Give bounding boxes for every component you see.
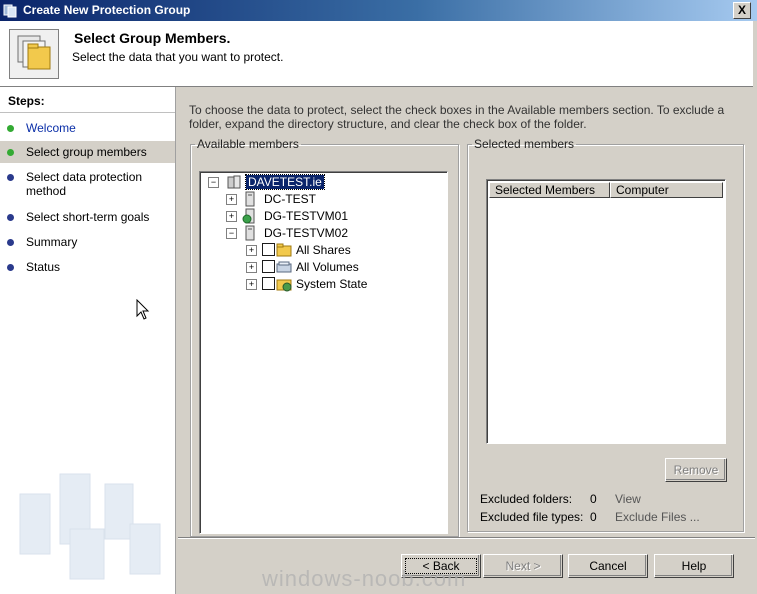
group-members-icon — [9, 29, 59, 79]
tree-node-all-shares[interactable]: + All Shares — [246, 242, 376, 258]
tree-node-label: DG-TESTVM01 — [264, 209, 349, 223]
column-header-selected-members[interactable]: Selected Members — [489, 182, 610, 198]
tree-node-label: All Shares — [296, 243, 351, 257]
step-label: Summary — [26, 235, 78, 249]
tree-node-dg-testvm01[interactable]: + DG-TESTVM01 — [226, 208, 356, 224]
step-status[interactable]: Status — [0, 260, 175, 278]
tree-node-label: All Volumes — [296, 260, 359, 274]
watermark-text: windows-noob.com — [262, 566, 467, 591]
excluded-folders-count: 0 — [590, 492, 597, 506]
tree-node-davetest[interactable]: − DAVETEST.ie — [206, 174, 336, 190]
domain-icon — [227, 175, 241, 189]
system-state-icon — [276, 279, 292, 292]
servers-background-icon — [19, 473, 161, 580]
shares-folder-icon — [276, 243, 292, 257]
page-title: Select Group Members. — [74, 30, 231, 46]
server-protected-icon — [242, 208, 255, 224]
all-shares-checkbox[interactable] — [262, 243, 275, 256]
step-label: Welcome — [26, 121, 76, 135]
step-summary[interactable]: Summary — [0, 235, 175, 253]
collapse-icon[interactable]: − — [226, 228, 237, 239]
step-label: Select group members — [26, 145, 147, 159]
volumes-icon — [276, 261, 292, 273]
selected-members-header: Selected Members Computer — [489, 182, 723, 198]
tree-node-label: DG-TESTVM02 — [264, 226, 349, 240]
mouse-cursor-icon — [136, 299, 150, 320]
remove-button[interactable]: Remove — [665, 458, 727, 482]
next-button[interactable]: Next > — [483, 554, 563, 578]
step-label: Select data protection method — [26, 170, 143, 198]
expand-icon[interactable]: + — [226, 211, 237, 222]
step-done-icon — [7, 125, 14, 132]
system-state-checkbox[interactable] — [262, 277, 275, 290]
column-header-computer[interactable]: Computer — [610, 182, 723, 198]
exclude-files-link[interactable]: Exclude Files ... — [615, 510, 700, 524]
step-label: Status — [26, 260, 61, 274]
selected-members-legend: Selected members — [474, 137, 575, 151]
tree-node-system-state[interactable]: + System State — [246, 276, 376, 292]
available-members-legend: Available members — [197, 137, 299, 151]
wizard-header: Select Group Members. Select the data th… — [0, 21, 753, 87]
expand-icon[interactable]: + — [246, 279, 257, 290]
view-link[interactable]: View — [615, 492, 641, 506]
tree-node-label: DAVETEST.ie — [245, 174, 325, 190]
step-label: Select short-term goals — [26, 210, 150, 224]
excluded-file-types-label: Excluded file types: — [480, 510, 584, 524]
available-members-group: Available members − DAVETEST.ie + DC-TES… — [190, 137, 459, 537]
expand-icon[interactable]: + — [246, 245, 257, 256]
step-current-icon — [7, 149, 14, 156]
step-pending-icon — [7, 264, 14, 271]
cancel-button[interactable]: Cancel — [568, 554, 648, 578]
step-welcome[interactable]: Welcome — [0, 121, 175, 139]
step-select-short-term-goals[interactable]: Select short-term goals — [0, 210, 175, 228]
tree-node-all-volumes[interactable]: + All Volumes — [246, 259, 376, 275]
excluded-folders-label: Excluded folders: — [480, 492, 573, 506]
title-bar: Create New Protection Group X — [0, 0, 757, 21]
tree-node-label: DC-TEST — [264, 192, 316, 206]
steps-divider — [0, 112, 175, 113]
selected-members-list[interactable]: Selected Members Computer — [486, 179, 726, 444]
selected-members-group: Selected members Selected Members Comput… — [467, 137, 744, 532]
close-button[interactable]: X — [733, 2, 751, 19]
instructions-text: To choose the data to protect, select th… — [189, 103, 725, 131]
step-pending-icon — [7, 174, 14, 181]
expand-icon[interactable]: + — [246, 262, 257, 273]
expand-icon[interactable]: + — [226, 194, 237, 205]
all-volumes-checkbox[interactable] — [262, 260, 275, 273]
server-icon — [245, 191, 255, 207]
step-pending-icon — [7, 239, 14, 246]
tree-node-label: System State — [296, 277, 368, 291]
main-panel: To choose the data to protect, select th… — [176, 87, 757, 594]
tree-node-dg-testvm02[interactable]: − DG-TESTVM02 — [226, 225, 356, 241]
collapse-icon[interactable]: − — [208, 177, 219, 188]
window-title: Create New Protection Group — [23, 3, 191, 17]
excluded-file-types-count: 0 — [590, 510, 597, 524]
steps-panel: Steps: Welcome Select group members Sele… — [0, 87, 176, 594]
available-members-tree[interactable]: − DAVETEST.ie + DC-TEST + DG-TESTVM01 − … — [199, 171, 448, 534]
step-select-data-protection-method[interactable]: Select data protection method — [0, 170, 175, 200]
tree-node-dc-test[interactable]: + DC-TEST — [226, 191, 346, 207]
help-button[interactable]: Help — [654, 554, 734, 578]
button-divider — [178, 537, 755, 539]
step-pending-icon — [7, 214, 14, 221]
page-subtitle: Select the data that you want to protect… — [72, 50, 284, 64]
step-select-group-members[interactable]: Select group members — [0, 141, 175, 163]
server-icon — [245, 225, 255, 241]
steps-title: Steps: — [8, 94, 45, 108]
protection-group-icon — [3, 4, 17, 18]
